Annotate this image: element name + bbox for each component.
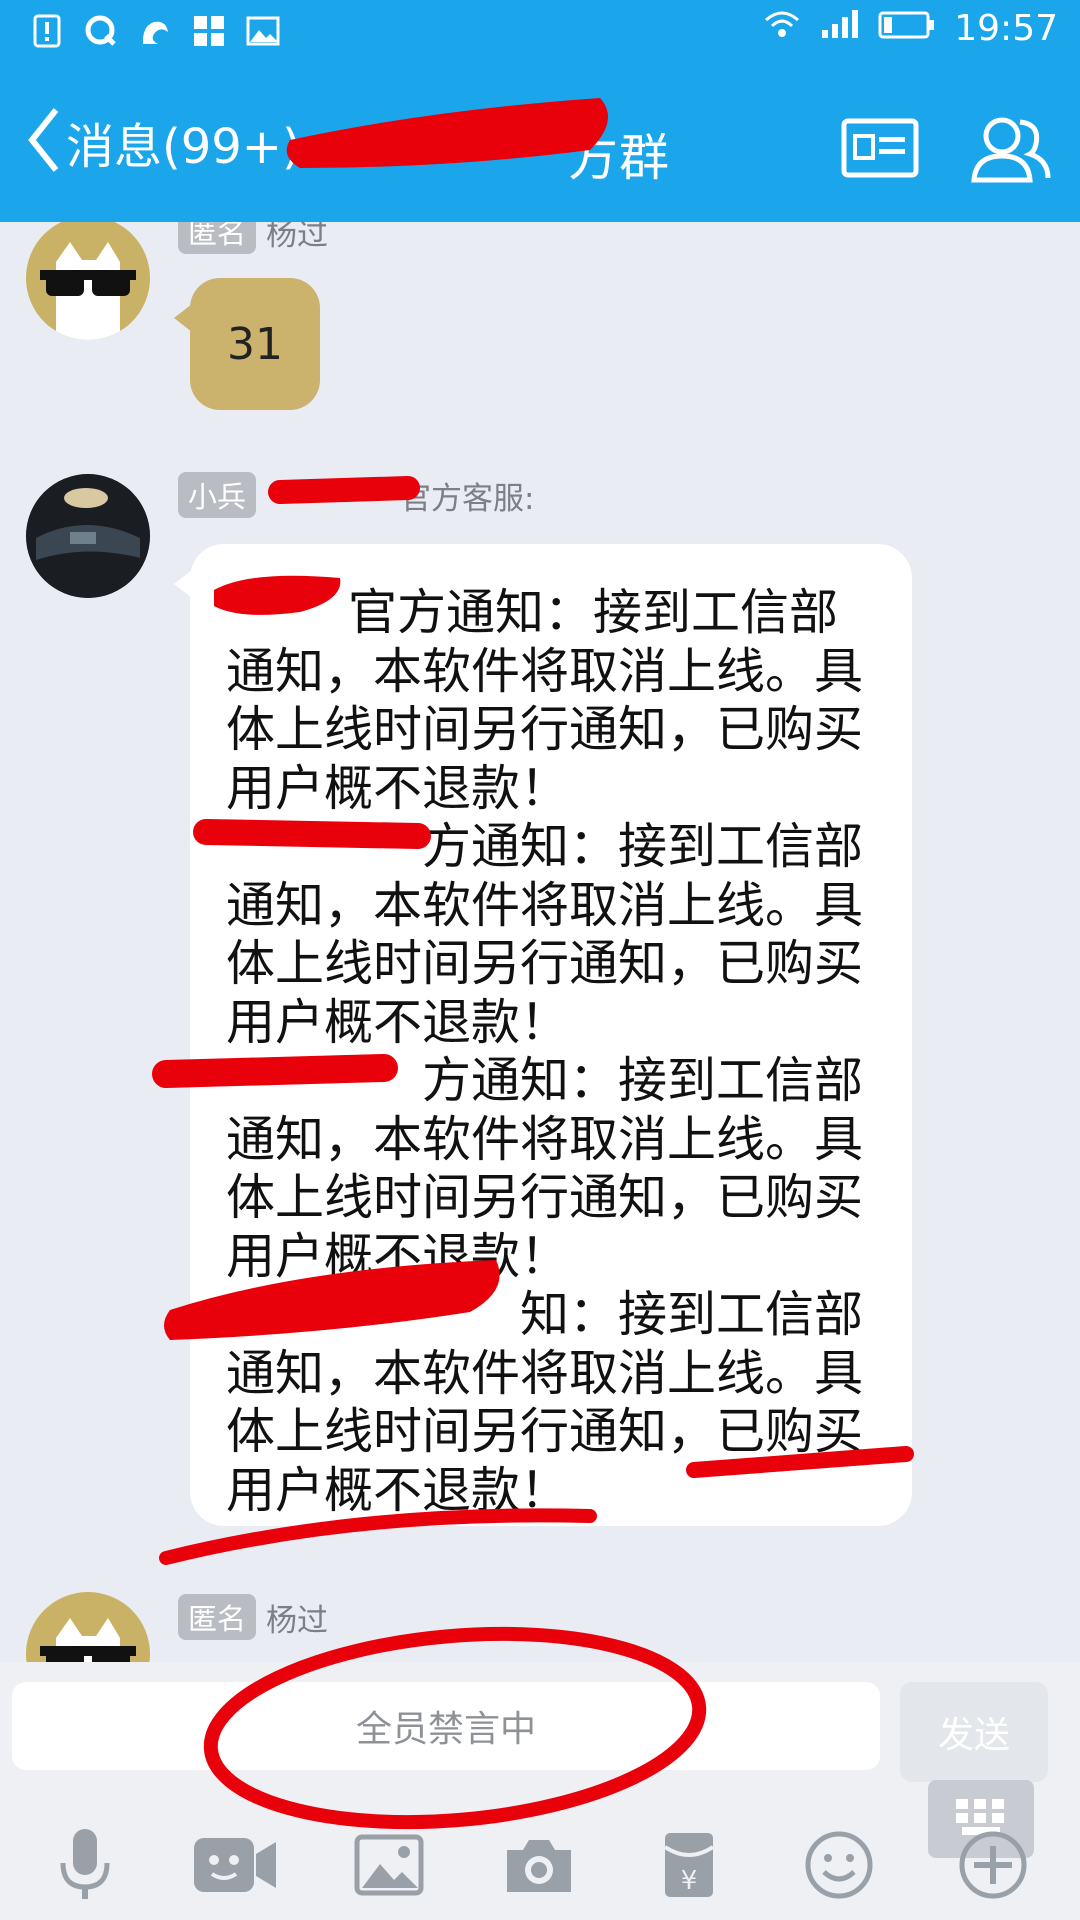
message-input[interactable]: 全员禁言中	[12, 1682, 880, 1770]
message-line: 通知，本软件将取消上线。具	[226, 876, 864, 934]
more-button[interactable]	[948, 1822, 1038, 1912]
apps-icon	[192, 14, 226, 48]
back-button[interactable]: 消息(99+)	[26, 106, 301, 178]
profile-card-icon	[841, 118, 919, 182]
microphone-icon	[55, 1825, 115, 1909]
message-meta: 小兵 官方客服:	[178, 472, 534, 518]
message-line: 通知，本软件将取消上线。具	[226, 1110, 864, 1168]
anonymous-tag: 匿名	[178, 1594, 257, 1640]
message-line: 方通知：接到工信部	[422, 818, 864, 875]
notification-icons	[30, 14, 280, 48]
message-line: 知：接到工信部	[520, 1286, 864, 1343]
signal-icon	[820, 8, 860, 49]
sim-alert-icon	[30, 14, 64, 48]
video-call-icon	[192, 1834, 278, 1900]
picture-icon	[354, 1834, 424, 1900]
uc-browser-icon	[138, 14, 172, 48]
plus-icon	[958, 1830, 1028, 1904]
message-line: 官方通知：接到工信部	[348, 584, 839, 641]
video-call-button[interactable]	[190, 1822, 280, 1912]
group-members-button[interactable]	[968, 110, 1052, 190]
message-line: 用户概不退款！	[226, 759, 570, 817]
message-line: 体上线时间另行通知，已购买	[226, 1169, 864, 1226]
message-meta: 匿名 杨过	[178, 1594, 328, 1640]
message-bubble[interactable]: 31	[174, 278, 320, 410]
input-area: 全员禁言中 发送 ¥	[0, 1662, 1080, 1920]
voice-button[interactable]	[40, 1822, 130, 1912]
status-bar: 19:57	[0, 0, 1080, 78]
message-list[interactable]: 匿名 杨过 31 小兵 官方客服: 官方通知：接到工信部 通知，本软件将取消上线…	[0, 222, 1080, 1662]
svg-text:¥: ¥	[681, 1866, 698, 1896]
message-line: 用户概不退款！	[226, 1461, 570, 1519]
message-text: 31	[227, 318, 283, 370]
message-line: 通知，本软件将取消上线。具	[226, 1344, 864, 1402]
sender-name: 官方客服:	[400, 480, 535, 517]
clock: 19:57	[954, 8, 1058, 49]
page-title: 方群	[370, 118, 670, 190]
back-label: 消息(99+)	[66, 119, 301, 175]
camera-icon	[503, 1834, 575, 1900]
role-tag: 小兵	[178, 472, 257, 518]
send-button[interactable]: 发送	[900, 1682, 1048, 1782]
members-icon	[968, 112, 1052, 188]
chevron-left-icon	[26, 106, 62, 178]
title-bar: 消息(99+) 方群	[0, 78, 1080, 222]
message-line: 方通知：接到工信部	[422, 1052, 864, 1109]
message-line: 用户概不退款！	[226, 1227, 570, 1285]
system-status: 19:57	[762, 8, 1058, 49]
sender-name: 杨过	[266, 222, 329, 253]
photo-button[interactable]	[344, 1822, 434, 1912]
message-bubble[interactable]: 官方通知：接到工信部 通知，本软件将取消上线。具 体上线时间另行通知，已购买 用…	[174, 544, 912, 1526]
profile-card-button[interactable]	[840, 110, 920, 190]
sender-name: 杨过	[266, 1602, 329, 1639]
camera-button[interactable]	[494, 1822, 584, 1912]
wifi-icon	[762, 8, 802, 49]
emoji-icon	[804, 1830, 874, 1904]
message-line: 通知，本软件将取消上线。具	[226, 642, 864, 700]
red-packet-icon: ¥	[661, 1829, 717, 1905]
emoji-button[interactable]	[794, 1822, 884, 1912]
qq-icon	[84, 14, 118, 48]
red-packet-button[interactable]: ¥	[644, 1822, 734, 1912]
avatar[interactable]	[26, 474, 150, 598]
anonymous-tag: 匿名	[178, 222, 257, 254]
avatar[interactable]	[26, 222, 150, 340]
message-text: 官方通知：接到工信部 通知，本软件将取消上线。具 体上线时间另行通知，已购买 用…	[226, 584, 866, 1520]
message-meta: 匿名 杨过	[178, 222, 328, 254]
message-line: 体上线时间另行通知，已购买	[226, 935, 864, 992]
image-icon	[246, 14, 280, 48]
message-line: 体上线时间另行通知，已购买	[226, 1403, 864, 1460]
page-title-text: 方群	[568, 129, 670, 187]
message-line: 用户概不退款！	[226, 993, 570, 1051]
avatar[interactable]	[26, 1592, 150, 1662]
battery-icon	[878, 8, 936, 49]
message-line: 体上线时间另行通知，已购买	[226, 701, 864, 758]
